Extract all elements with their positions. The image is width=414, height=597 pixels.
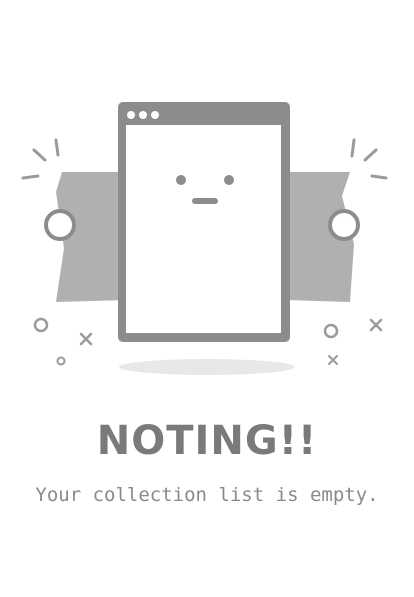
empty-state-illustration <box>0 0 414 400</box>
sparkle-line <box>32 148 47 162</box>
decor-cross <box>328 355 338 365</box>
decor-circle <box>323 323 339 339</box>
face-eye-right <box>224 175 234 185</box>
window-dot <box>139 111 147 119</box>
browser-window-content <box>126 125 281 333</box>
sparkle-line <box>350 138 356 158</box>
decor-circle <box>56 356 66 366</box>
sparkle-line <box>363 148 378 162</box>
sparkle-line <box>370 174 388 180</box>
ground-shadow <box>119 359 295 375</box>
window-dot <box>151 111 159 119</box>
empty-state-message: Your collection list is empty. <box>35 484 379 506</box>
decor-cross <box>79 332 93 346</box>
left-knob <box>44 209 76 241</box>
face-eye-left <box>176 175 186 185</box>
decor-cross <box>369 318 383 332</box>
face-mouth <box>192 198 218 204</box>
sparkle-line <box>54 138 60 157</box>
empty-collection-icon <box>21 102 388 375</box>
sparkle-line <box>21 174 40 180</box>
right-knob <box>328 209 360 241</box>
decor-circle <box>33 317 49 333</box>
window-dot <box>127 111 135 119</box>
empty-state-title: NOTING!! <box>96 418 318 464</box>
